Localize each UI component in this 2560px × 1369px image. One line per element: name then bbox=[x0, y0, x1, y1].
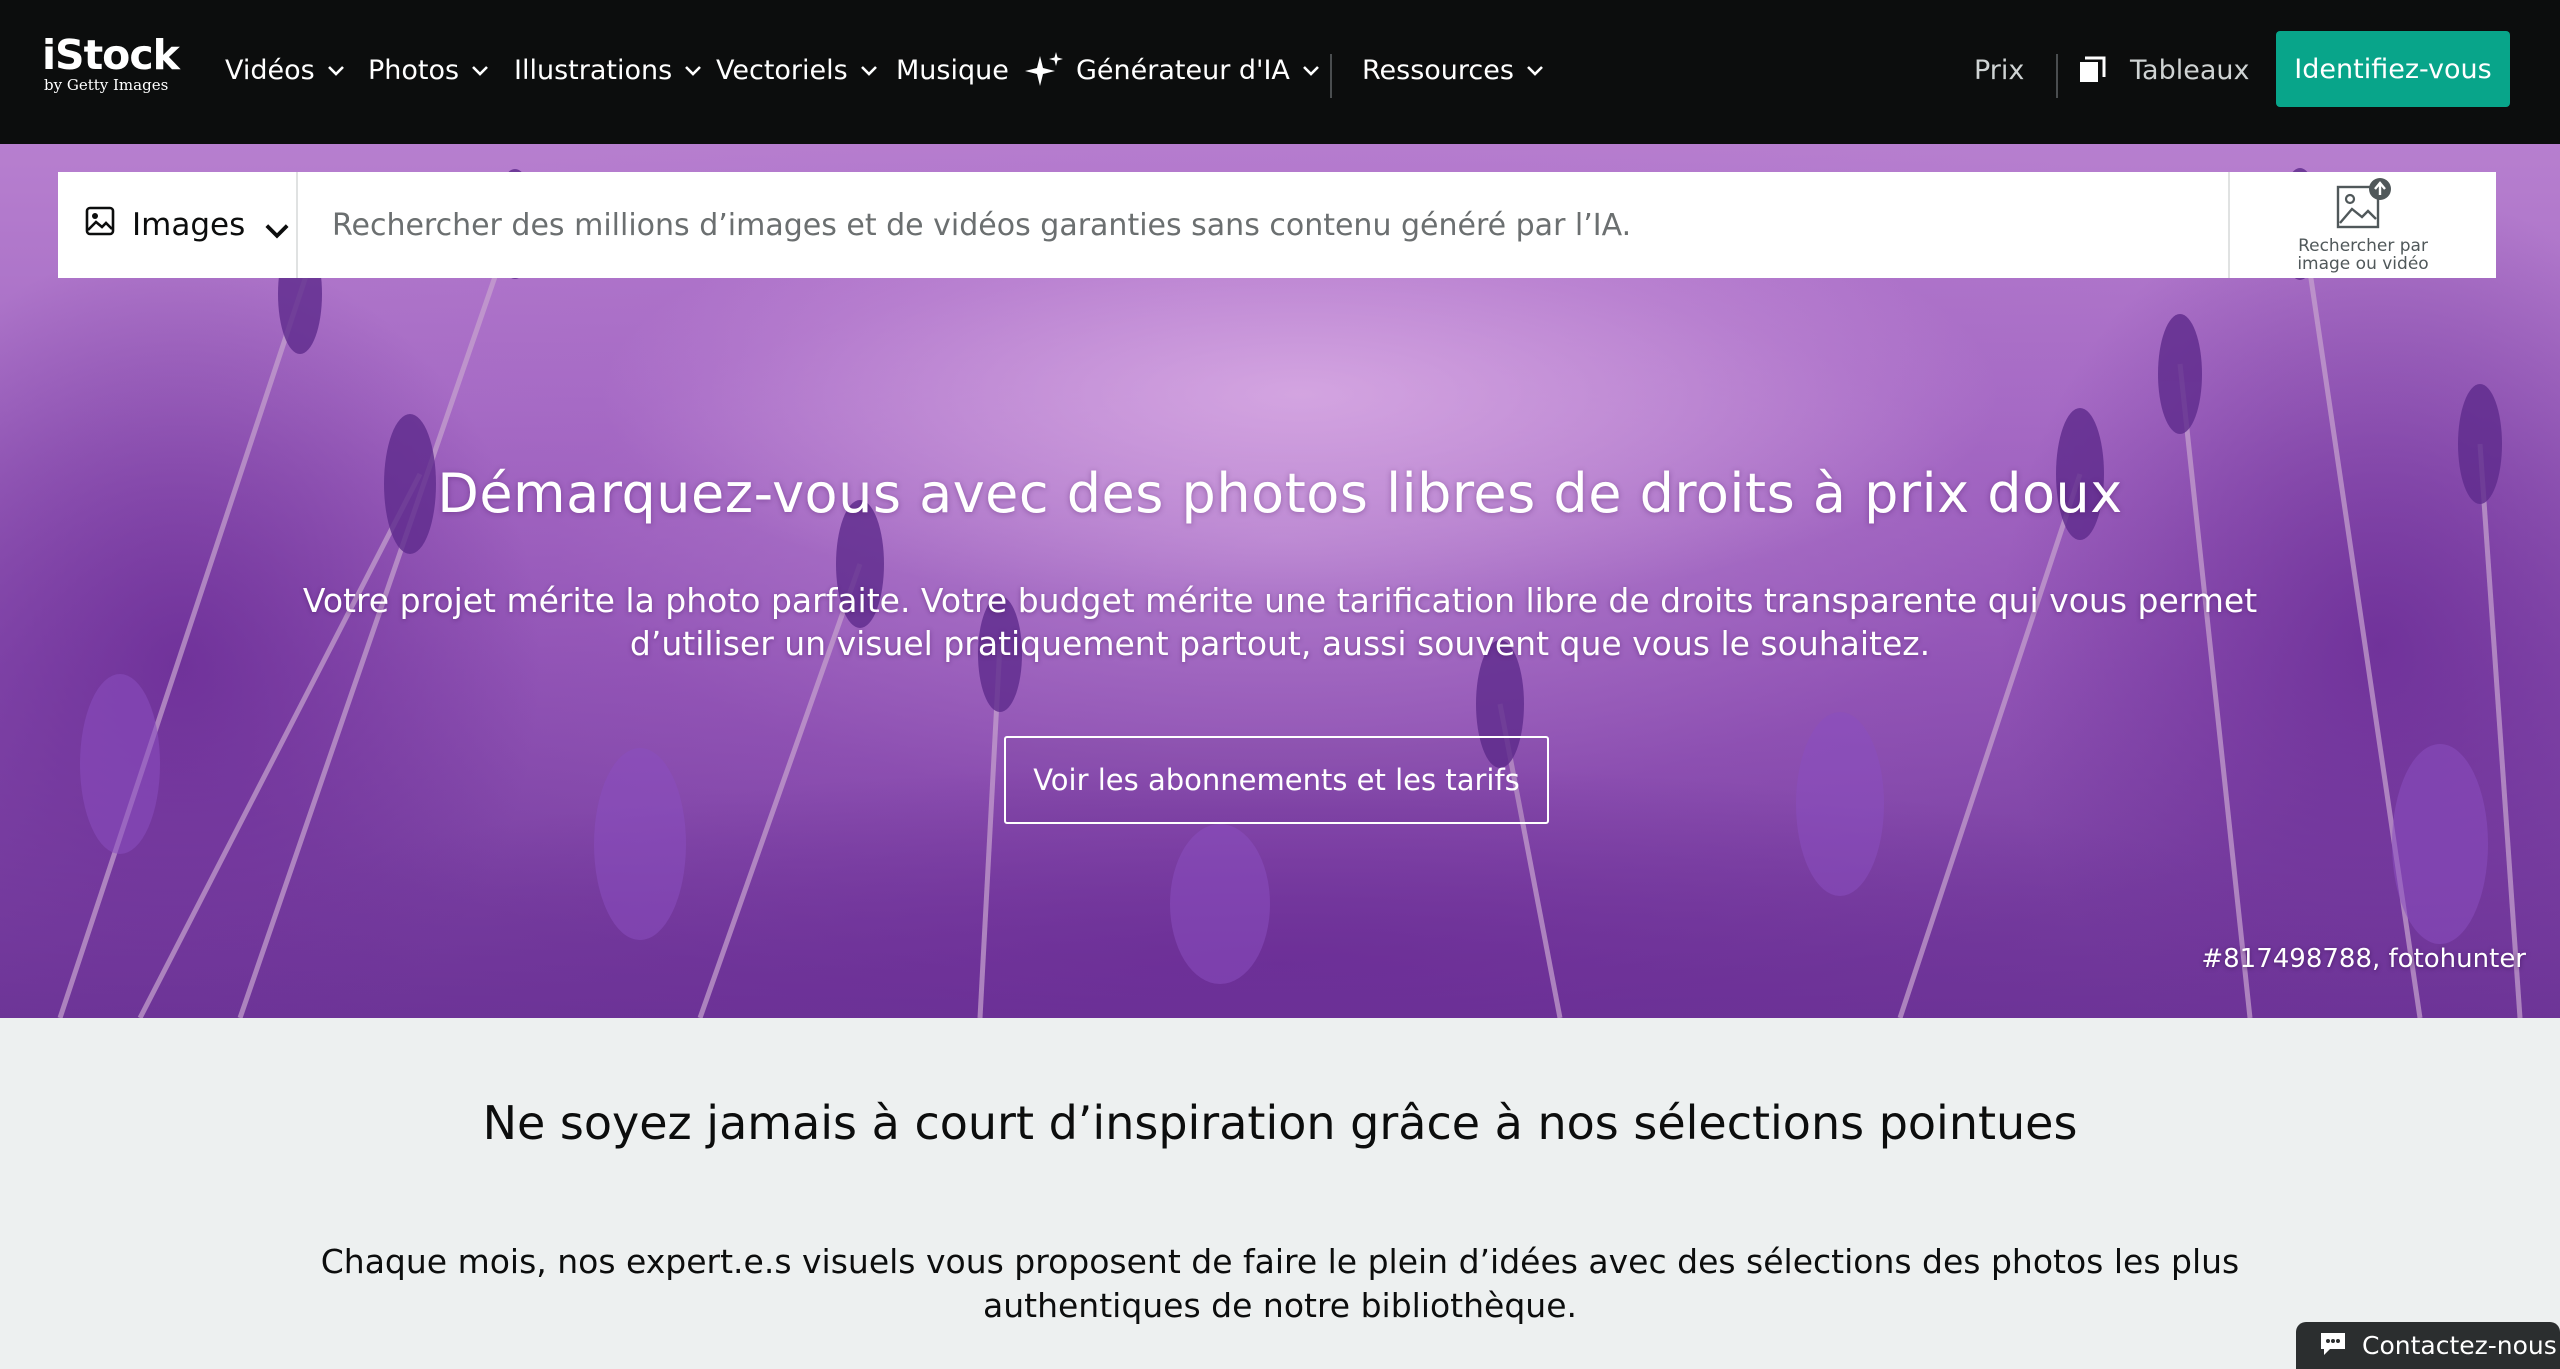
hero-banner: Images Rechercher par image ou vidéo Dém… bbox=[0, 144, 2560, 1018]
chevron-down-icon bbox=[858, 59, 880, 81]
chevron-down-icon bbox=[325, 59, 347, 81]
media-type-label: Images bbox=[132, 207, 246, 243]
nav-resources-label: Ressources bbox=[1362, 54, 1514, 86]
nav-illustrations[interactable]: Illustrations bbox=[514, 52, 704, 88]
nav-ai-generator-label: Générateur d'IA bbox=[1076, 54, 1290, 86]
chevron-down-icon bbox=[682, 59, 704, 81]
inspiration-title: Ne soyez jamais à court d’inspiration gr… bbox=[482, 1096, 2078, 1150]
sparkle-icon bbox=[1022, 50, 1066, 90]
media-type-dropdown[interactable]: Images bbox=[58, 172, 298, 278]
nav-divider bbox=[1330, 54, 1332, 98]
nav-vectors-label: Vectoriels bbox=[716, 54, 848, 86]
chevron-down-icon bbox=[469, 59, 491, 81]
image-credit[interactable]: #817498788, fotohunter bbox=[2201, 944, 2526, 974]
hero-title: Démarquez-vous avec des photos libres de… bbox=[437, 462, 2123, 525]
nav-boards[interactable]: Tableaux bbox=[2078, 52, 2249, 88]
istock-logo[interactable]: iStock by Getty Images bbox=[42, 34, 182, 102]
nav-vectors[interactable]: Vectoriels bbox=[716, 52, 880, 88]
contact-us-button[interactable]: Contactez-nous bbox=[2296, 1322, 2560, 1369]
nav-pricing[interactable]: Prix bbox=[1974, 52, 2024, 88]
nav-photos-label: Photos bbox=[368, 54, 460, 86]
hero-subtitle: Votre projet mérite la photo parfaite. V… bbox=[302, 581, 2258, 663]
visual-search-button[interactable]: Rechercher par image ou vidéo bbox=[2228, 172, 2496, 278]
search-bar: Images Rechercher par image ou vidéo bbox=[58, 172, 2496, 278]
chevron-down-icon bbox=[1524, 59, 1546, 81]
nav-divider bbox=[2056, 54, 2058, 98]
nav-music-label: Musique bbox=[896, 54, 1009, 86]
logo-subline: by Getty Images bbox=[44, 76, 169, 94]
nav-ai-generator[interactable]: Générateur d'IA bbox=[1022, 52, 1322, 88]
nav-videos-label: Vidéos bbox=[225, 54, 315, 86]
nav-illustrations-label: Illustrations bbox=[514, 54, 673, 86]
nav-pricing-label: Prix bbox=[1974, 54, 2025, 86]
logo-wordmark: iStock bbox=[42, 31, 180, 79]
signin-button[interactable]: Identifiez-vous bbox=[2276, 31, 2510, 107]
nav-boards-label: Tableaux bbox=[2130, 54, 2250, 86]
nav-photos[interactable]: Photos bbox=[368, 52, 491, 88]
visual-search-label: Rechercher par image ou vidéo bbox=[2297, 236, 2429, 274]
boards-icon bbox=[2078, 56, 2106, 84]
inspiration-text: Chaque mois, nos expert.e.s visuels vous… bbox=[320, 1242, 2240, 1325]
chevron-down-icon bbox=[261, 214, 289, 239]
nav-music[interactable]: Musique bbox=[896, 52, 1009, 88]
image-icon bbox=[84, 205, 116, 245]
search-input[interactable] bbox=[298, 172, 2228, 278]
chat-icon bbox=[2318, 1329, 2348, 1363]
top-navigation: iStock by Getty Images Vidéos Photos Ill… bbox=[0, 0, 2560, 144]
image-search-icon bbox=[2332, 177, 2394, 237]
contact-us-label: Contactez-nous bbox=[2362, 1331, 2557, 1360]
nav-videos[interactable]: Vidéos bbox=[225, 52, 347, 88]
nav-resources[interactable]: Ressources bbox=[1362, 52, 1546, 88]
chevron-down-icon bbox=[1300, 59, 1322, 81]
plans-pricing-button[interactable]: Voir les abonnements et les tarifs bbox=[1004, 736, 1549, 824]
